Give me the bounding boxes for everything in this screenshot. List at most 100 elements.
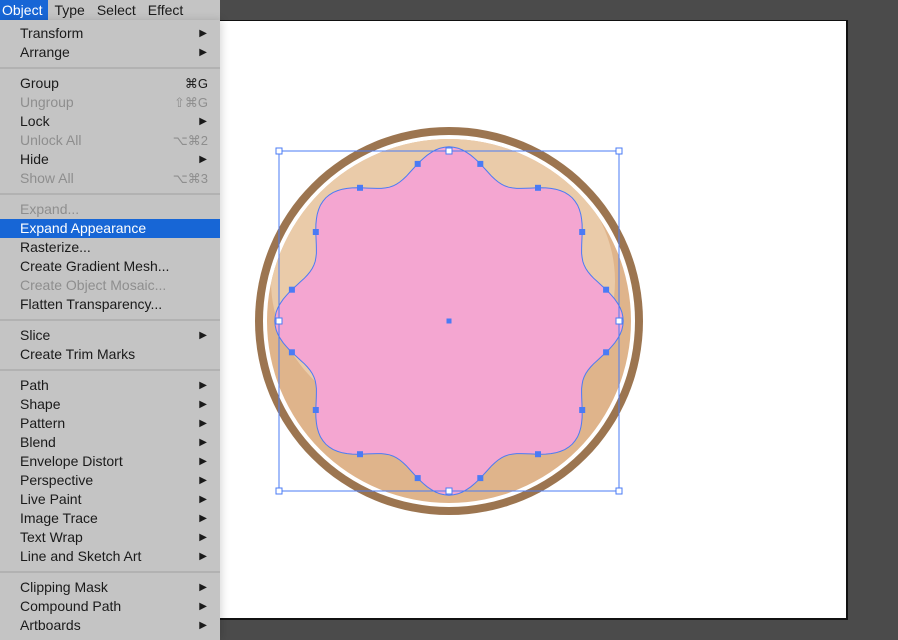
menu-item-label: Slice	[20, 327, 51, 343]
submenu-arrow-icon: ▶	[199, 513, 207, 524]
resize-handle[interactable]	[615, 147, 623, 155]
menu-item-group[interactable]: Group ⌘G	[0, 74, 220, 93]
menubar-item-select[interactable]: Select	[91, 0, 142, 20]
submenu-arrow-icon: ▶	[199, 437, 207, 448]
menu-item-hide[interactable]: Hide ▶	[0, 150, 220, 169]
menu-item-label: Expand...	[20, 201, 80, 217]
submenu-arrow-icon: ▶	[199, 551, 207, 562]
menu-item-line-and-sketch-art[interactable]: Line and Sketch Art ▶	[0, 547, 220, 566]
menu-item-label: Create Object Mosaic...	[20, 277, 167, 293]
anchor-point	[477, 160, 484, 167]
menu-item-slice[interactable]: Slice ▶	[0, 326, 220, 345]
menu-item-arrange[interactable]: Arrange ▶	[0, 43, 220, 62]
menu-item-label: Show All	[20, 170, 74, 186]
anchor-point	[603, 349, 610, 356]
menu-item-path[interactable]: Path ▶	[0, 376, 220, 395]
menu-separator	[0, 369, 220, 371]
menu-item-label: Group	[20, 75, 59, 91]
submenu-arrow-icon: ▶	[199, 582, 207, 593]
menu-item-label: Create Trim Marks	[20, 346, 136, 362]
submenu-arrow-icon: ▶	[199, 475, 207, 486]
shortcut-label: ⇧⌘G	[173, 95, 208, 110]
shortcut-label: ⌥⌘3	[172, 171, 208, 186]
menu-item-label: Blend	[20, 434, 56, 450]
menubar-item-object[interactable]: Object	[0, 0, 49, 20]
menu-item-envelope-distort[interactable]: Envelope Distort ▶	[0, 452, 220, 471]
anchor-point	[288, 286, 295, 293]
submenu-arrow-icon: ▶	[199, 399, 207, 410]
object-menu-dropdown: Transform ▶ Arrange ▶ Group ⌘G Ungroup ⇧⌘G Lock ▶…	[0, 20, 220, 640]
menu-item-text-wrap[interactable]: Text Wrap ▶	[0, 528, 220, 547]
anchor-point	[357, 184, 363, 191]
menu-item-live-paint[interactable]: Live Paint ▶	[0, 490, 220, 509]
menu-item-label: Live Paint	[20, 491, 82, 507]
submenu-arrow-icon: ▶	[199, 28, 207, 39]
menu-item-artboards[interactable]: Artboards ▶	[0, 616, 220, 635]
menu-item-create-gradient-mesh[interactable]: Create Gradient Mesh...	[0, 257, 220, 276]
resize-handle[interactable]	[615, 317, 623, 325]
anchor-point	[477, 475, 484, 482]
menu-item-image-trace[interactable]: Image Trace ▶	[0, 509, 220, 528]
menu-item-transform[interactable]: Transform ▶	[0, 24, 220, 43]
menu-item-label: Rasterize...	[20, 239, 91, 255]
menu-item-label: Create Gradient Mesh...	[20, 258, 170, 274]
submenu-arrow-icon: ▶	[199, 47, 207, 58]
menu-separator	[0, 193, 220, 195]
menu-separator	[0, 319, 220, 321]
menu-item-label: Arrange	[20, 44, 70, 60]
menu-item-clipping-mask[interactable]: Clipping Mask ▶	[0, 578, 220, 597]
resize-handle[interactable]	[445, 147, 453, 155]
resize-handle[interactable]	[275, 147, 283, 155]
anchor-point	[357, 451, 363, 458]
menu-item-label: Shape	[20, 396, 61, 412]
menu-item-label: Artboards	[20, 617, 81, 633]
menu-item-expand-appearance[interactable]: Expand Appearance	[0, 219, 220, 238]
menu-item-label: Expand Appearance	[20, 220, 147, 236]
menu-item-expand: Expand...	[0, 200, 220, 219]
menu-item-show-all: Show All ⌥⌘3	[0, 169, 220, 188]
submenu-arrow-icon: ▶	[199, 116, 207, 127]
anchor-point	[535, 451, 541, 458]
submenu-arrow-icon: ▶	[199, 620, 207, 631]
menu-item-label: Line and Sketch Art	[20, 548, 142, 564]
anchor-point	[579, 407, 586, 413]
submenu-arrow-icon: ▶	[199, 418, 207, 429]
menu-separator	[0, 571, 220, 573]
menu-item-flatten-transparency[interactable]: Flatten Transparency...	[0, 295, 220, 314]
submenu-arrow-icon: ▶	[199, 330, 207, 341]
menu-item-pattern[interactable]: Pattern ▶	[0, 414, 220, 433]
menu-item-create-trim-marks[interactable]: Create Trim Marks	[0, 345, 220, 364]
resize-handle[interactable]	[615, 487, 623, 495]
submenu-arrow-icon: ▶	[199, 601, 207, 612]
anchor-point	[603, 286, 610, 293]
resize-handle[interactable]	[275, 317, 283, 325]
anchor-point	[414, 160, 421, 167]
anchor-point	[312, 229, 319, 235]
anchor-point	[288, 349, 295, 356]
menu-item-label: Lock	[20, 113, 50, 129]
menu-item-shape[interactable]: Shape ▶	[0, 395, 220, 414]
menu-item-ungroup: Ungroup ⇧⌘G	[0, 93, 220, 112]
shortcut-label: ⌥⌘2	[172, 133, 208, 148]
menubar-item-type[interactable]: Type	[48, 0, 90, 20]
menu-item-label: Perspective	[20, 472, 94, 488]
center-point	[446, 318, 452, 324]
anchor-point	[535, 184, 541, 191]
resize-handle[interactable]	[445, 487, 453, 495]
menu-item-label: Flatten Transparency...	[20, 296, 163, 312]
menu-item-blend[interactable]: Blend ▶	[0, 433, 220, 452]
menu-item-rasterize[interactable]: Rasterize...	[0, 238, 220, 257]
menu-item-label: Envelope Distort	[20, 453, 123, 469]
menu-item-compound-path[interactable]: Compound Path ▶	[0, 597, 220, 616]
menu-item-label: Image Trace	[20, 510, 98, 526]
submenu-arrow-icon: ▶	[199, 494, 207, 505]
menubar-item-effect[interactable]: Effect	[142, 0, 190, 20]
menu-item-label: Compound Path	[20, 598, 122, 614]
submenu-arrow-icon: ▶	[199, 380, 207, 391]
menu-item-perspective[interactable]: Perspective ▶	[0, 471, 220, 490]
anchor-point	[414, 475, 421, 482]
submenu-arrow-icon: ▶	[199, 154, 207, 165]
menu-separator	[0, 67, 220, 69]
menu-item-lock[interactable]: Lock ▶	[0, 112, 220, 131]
resize-handle[interactable]	[275, 487, 283, 495]
